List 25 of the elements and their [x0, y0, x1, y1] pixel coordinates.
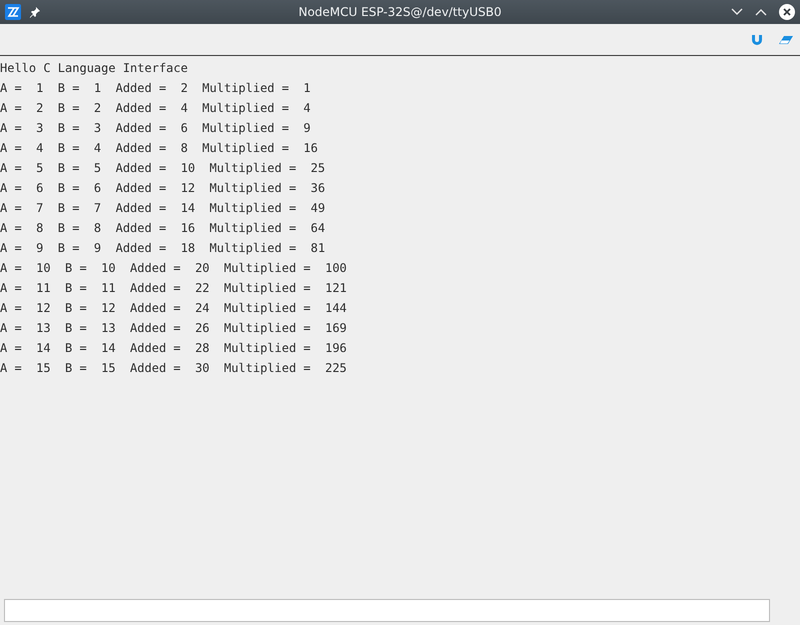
output-line: A = 7 B = 7 Added = 14 Multiplied = 49	[0, 200, 326, 217]
output-line: A = 11 B = 11 Added = 22 Multiplied = 121	[0, 280, 347, 297]
output-line: A = 15 B = 15 Added = 30 Multiplied = 225	[0, 360, 347, 377]
window-title: NodeMCU ESP-32S@/dev/ttyUSB0	[298, 5, 502, 19]
maximize-icon[interactable]	[754, 8, 767, 16]
input-field[interactable]	[4, 599, 770, 622]
eraser-icon[interactable]	[779, 34, 793, 44]
minimize-icon[interactable]	[730, 8, 743, 16]
close-icon[interactable]	[778, 4, 795, 20]
output-line: A = 4 B = 4 Added = 8 Multiplied = 16	[0, 140, 318, 157]
output-line: A = 14 B = 14 Added = 28 Multiplied = 196	[0, 340, 347, 357]
output-line: A = 12 B = 12 Added = 24 Multiplied = 144	[0, 300, 347, 317]
output-line: A = 3 B = 3 Added = 6 Multiplied = 9	[0, 120, 311, 137]
output-line: A = 13 B = 13 Added = 26 Multiplied = 169	[0, 320, 347, 337]
magnet-icon[interactable]	[751, 34, 763, 46]
output-line: A = 8 B = 8 Added = 16 Multiplied = 64	[0, 220, 326, 237]
pin-icon[interactable]	[29, 6, 41, 18]
output-line: A = 1 B = 1 Added = 2 Multiplied = 1	[0, 80, 311, 97]
output-line: A = 9 B = 9 Added = 18 Multiplied = 81	[0, 240, 326, 257]
output-line: Hello C Language Interface	[0, 60, 188, 77]
output-line: A = 2 B = 2 Added = 4 Multiplied = 4	[0, 100, 311, 117]
output-line: A = 10 B = 10 Added = 20 Multiplied = 100	[0, 260, 347, 277]
output-line: A = 6 B = 6 Added = 12 Multiplied = 36	[0, 180, 326, 197]
output-line: A = 5 B = 5 Added = 10 Multiplied = 25	[0, 160, 326, 177]
app-icon	[5, 4, 21, 20]
